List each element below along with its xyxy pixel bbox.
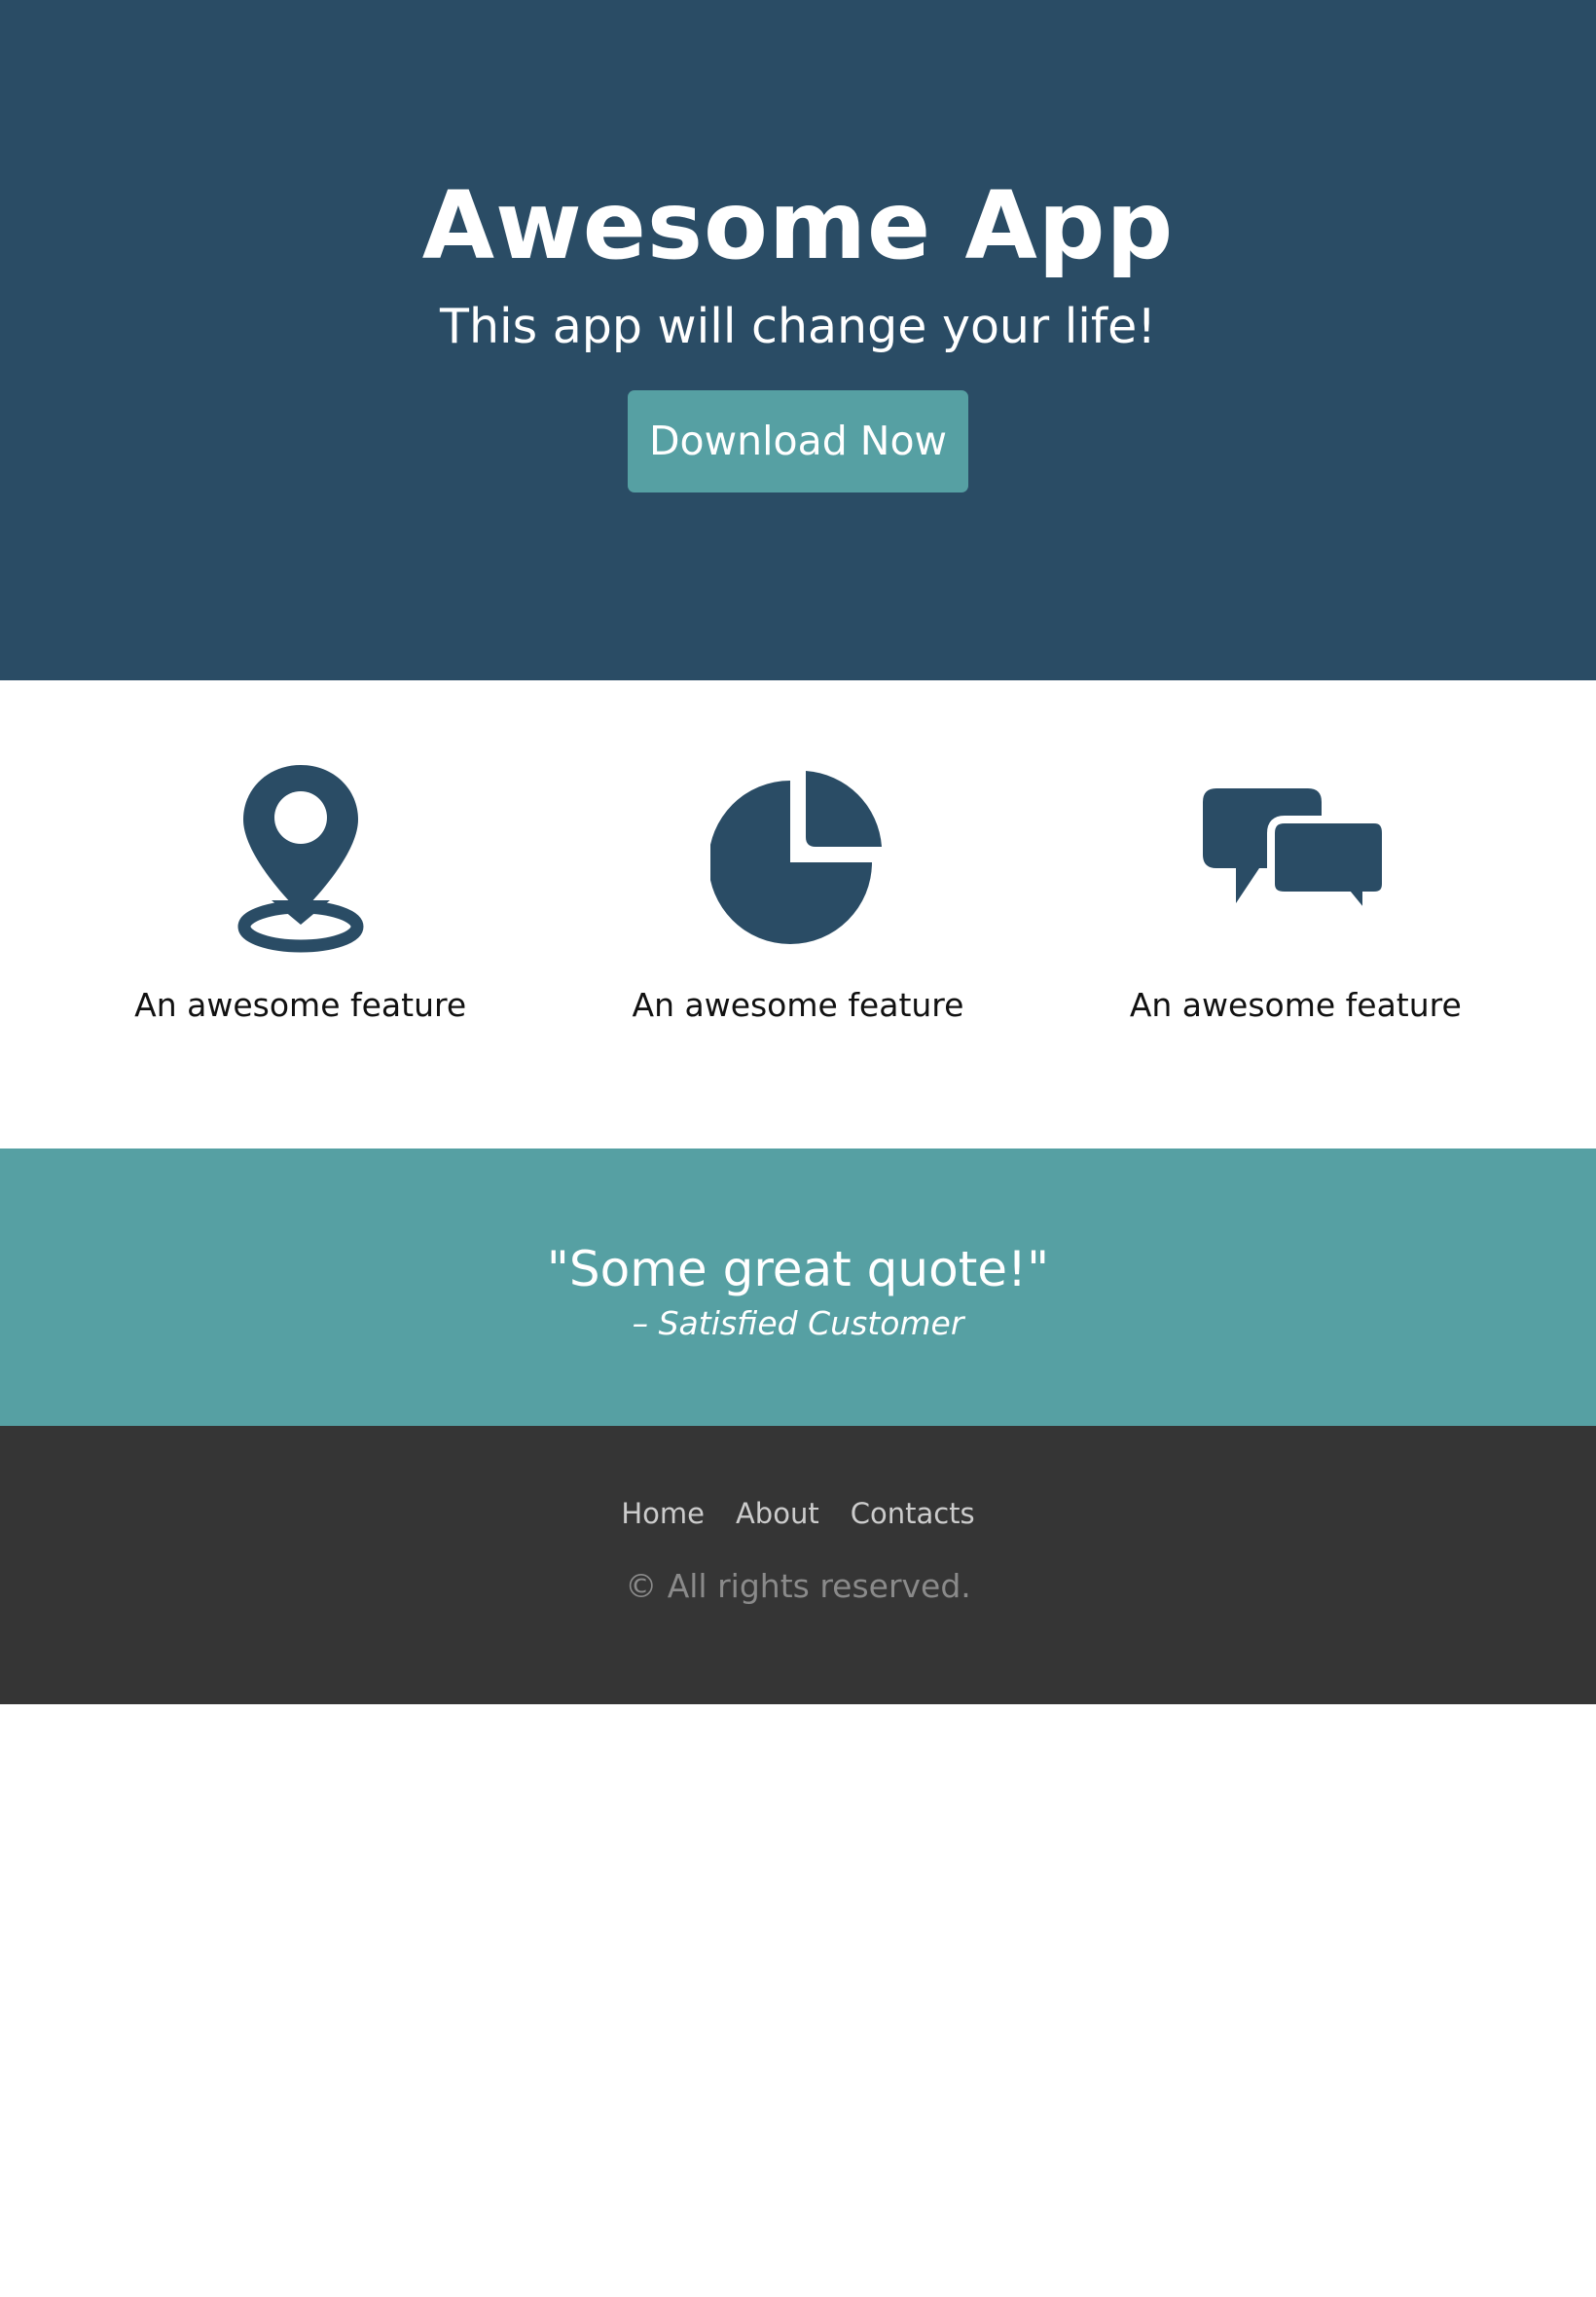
- feature-label: An awesome feature: [134, 986, 467, 1024]
- feature-item: An awesome feature: [52, 680, 549, 1148]
- footer-link-contacts[interactable]: Contacts: [851, 1494, 975, 1533]
- pie-chart-icon: [549, 763, 1046, 953]
- features-section: An awesome feature An awesome feature An…: [0, 680, 1596, 1148]
- hero-title: Awesome App: [421, 171, 1175, 280]
- feature-item: An awesome feature: [1047, 680, 1544, 1148]
- footer-link-about[interactable]: About: [736, 1494, 819, 1533]
- download-now-button[interactable]: Download Now: [628, 390, 968, 492]
- feature-item: An awesome feature: [549, 680, 1046, 1148]
- footer-nav: Home About Contacts: [0, 1426, 1596, 1533]
- testimonial-section: "Some great quote!" – Satisfied Customer: [0, 1148, 1596, 1426]
- testimonial-quote: "Some great quote!": [546, 1241, 1050, 1297]
- map-pin-icon: [52, 763, 549, 953]
- chat-bubbles-icon: [1047, 763, 1544, 953]
- feature-label: An awesome feature: [1129, 986, 1462, 1024]
- footer: Home About Contacts © All rights reserve…: [0, 1426, 1596, 1704]
- hero-section: Awesome App This app will change your li…: [0, 0, 1596, 680]
- testimonial-author: – Satisfied Customer: [632, 1304, 964, 1342]
- footer-link-home[interactable]: Home: [621, 1494, 705, 1533]
- feature-label: An awesome feature: [632, 986, 964, 1024]
- hero-subtitle: This app will change your life!: [440, 299, 1156, 354]
- copyright-text: © All rights reserved.: [625, 1567, 971, 1605]
